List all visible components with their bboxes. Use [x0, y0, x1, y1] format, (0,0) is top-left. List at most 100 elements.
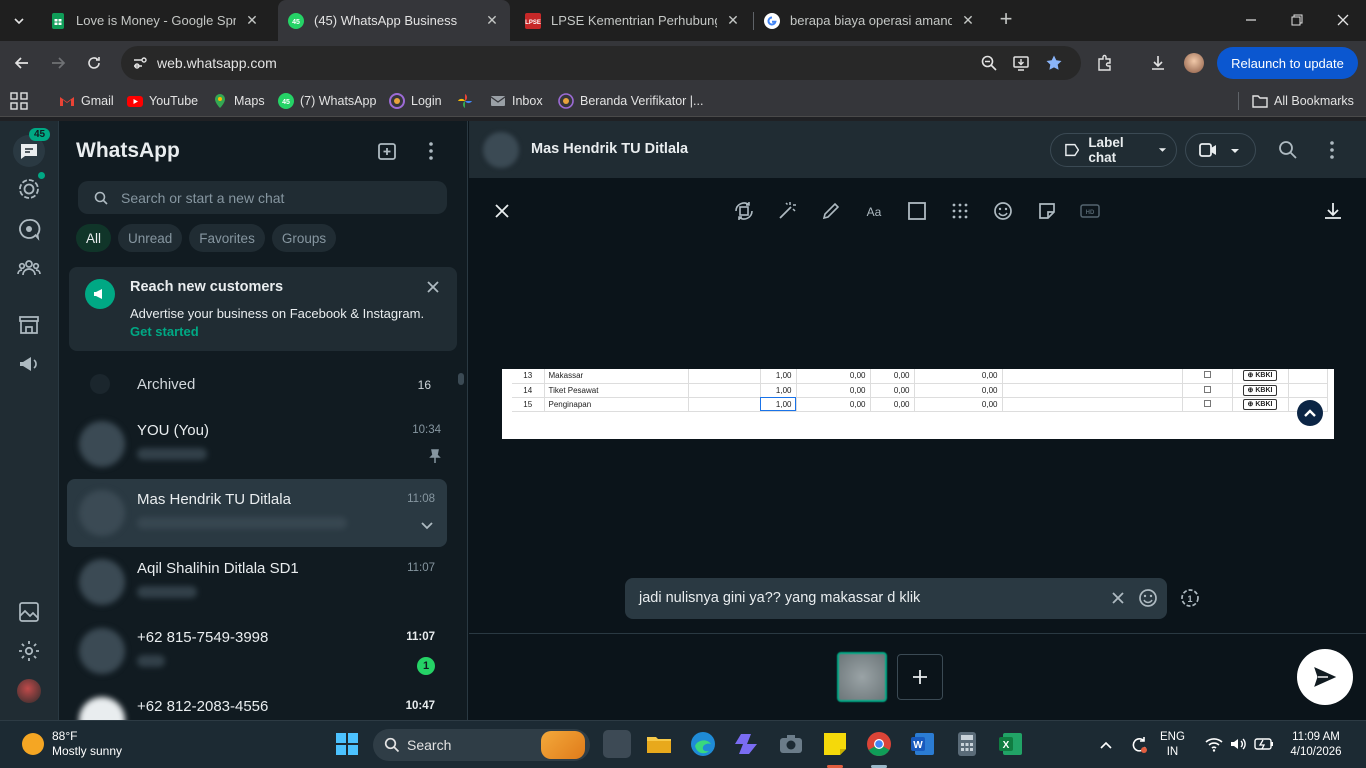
forward-button[interactable] — [45, 50, 71, 76]
clear-caption-icon[interactable] — [1108, 588, 1128, 608]
emoji-icon[interactable] — [1137, 587, 1159, 609]
install-app-icon[interactable] — [1012, 54, 1030, 72]
bookmark-whatsapp[interactable]: 45 (7) WhatsApp — [278, 91, 376, 111]
language-indicator[interactable]: ENG IN — [1160, 730, 1185, 760]
profile-avatar[interactable] — [17, 679, 41, 703]
new-tab-button[interactable]: + — [995, 8, 1017, 31]
tab-lpse[interactable]: LPSE LPSE Kementrian Perhubungan ✕ — [515, 4, 751, 37]
downloads-button[interactable] — [1145, 50, 1171, 76]
bookmark-login[interactable]: Login — [389, 91, 442, 111]
zoom-icon[interactable] — [980, 54, 998, 72]
clock[interactable]: 11:09 AM 4/10/2026 — [1282, 730, 1350, 760]
add-media-button[interactable] — [897, 654, 943, 700]
close-tab-icon[interactable]: ✕ — [484, 12, 500, 29]
advertise-megaphone-icon[interactable] — [17, 352, 41, 376]
chat-item[interactable]: +62 812-2083-4556 10:47 — [67, 686, 447, 720]
label-chat-button[interactable]: Label chat — [1050, 133, 1177, 167]
communities-icon[interactable] — [17, 256, 41, 280]
sync-icon[interactable] — [1129, 735, 1149, 755]
search-icon[interactable] — [1276, 138, 1300, 162]
scrollbar-thumb[interactable] — [458, 373, 464, 385]
selected-media-thumbnail[interactable] — [837, 652, 887, 702]
tab-google-sheets[interactable]: Love is Money - Google Spread ✕ — [40, 4, 270, 37]
tab-whatsapp-business[interactable]: 45 (45) WhatsApp Business ✕ — [278, 0, 510, 41]
restore-button[interactable] — [1274, 0, 1320, 40]
profile-button[interactable] — [1181, 50, 1207, 76]
bookmark-maps[interactable]: Maps — [212, 91, 265, 111]
reload-button[interactable] — [81, 50, 107, 76]
crop-square-icon[interactable] — [906, 200, 928, 222]
copilot-icon[interactable] — [733, 730, 761, 758]
catalog-store-icon[interactable] — [17, 313, 41, 337]
address-bar[interactable]: web.whatsapp.com — [121, 46, 1081, 80]
chat-item[interactable]: Aqil Shalihin Ditlala SD1 11:07 — [67, 548, 447, 616]
apps-button[interactable] — [10, 91, 28, 111]
chat-item-selected[interactable]: Mas Hendrik TU Ditlala 11:08 — [67, 479, 447, 547]
search-input[interactable]: Search or start a new chat — [78, 181, 447, 214]
emoji-icon[interactable] — [992, 200, 1014, 222]
filter-favorites[interactable]: Favorites — [189, 224, 265, 252]
close-tab-icon[interactable]: ✕ — [244, 12, 260, 29]
close-window-button[interactable] — [1320, 0, 1366, 40]
filter-all[interactable]: All — [76, 224, 112, 252]
all-bookmarks-button[interactable]: All Bookmarks — [1252, 91, 1354, 111]
extensions-button[interactable] — [1092, 50, 1118, 76]
menu-dots-icon[interactable] — [1320, 138, 1344, 162]
download-icon[interactable] — [1322, 200, 1344, 222]
bookmark-inbox[interactable]: Inbox — [490, 91, 543, 111]
wifi-icon[interactable] — [1205, 736, 1223, 752]
magic-wand-icon[interactable] — [776, 200, 798, 222]
back-button[interactable] — [9, 50, 35, 76]
pencil-icon[interactable] — [820, 200, 842, 222]
archived-row[interactable]: Archived 16 — [59, 364, 457, 404]
contact-name[interactable]: Mas Hendrik TU Ditlala — [531, 141, 688, 157]
filter-groups[interactable]: Groups — [271, 224, 337, 252]
chevron-up-icon[interactable] — [1099, 738, 1113, 752]
chevron-down-icon[interactable] — [419, 517, 435, 533]
tab-search-menu-button[interactable] — [6, 8, 32, 34]
menu-dots-icon[interactable] — [419, 139, 443, 163]
file-explorer-icon[interactable] — [645, 730, 673, 758]
bookmark-youtube[interactable]: YouTube — [127, 91, 198, 111]
chat-item[interactable]: YOU (You) 10:34 — [67, 410, 447, 478]
chrome-icon[interactable] — [865, 730, 893, 758]
settings-gear-icon[interactable] — [17, 639, 41, 663]
bookmark-gmail[interactable]: Gmail — [59, 91, 114, 111]
taskbar-search[interactable]: Search — [373, 729, 590, 761]
word-icon[interactable]: W — [909, 730, 937, 758]
video-call-button[interactable] — [1185, 133, 1256, 167]
close-tab-icon[interactable]: ✕ — [725, 12, 741, 29]
edge-icon[interactable] — [689, 730, 717, 758]
promo-get-started-link[interactable]: Get started — [130, 324, 199, 339]
channels-icon[interactable] — [17, 217, 41, 241]
chat-item[interactable]: +62 815-7549-3998 11:07 1 — [67, 617, 447, 685]
hd-quality-icon[interactable]: HD — [1079, 200, 1101, 222]
bookmark-beranda-verifikator[interactable]: Beranda Verifikator |... — [558, 91, 703, 111]
view-once-icon[interactable]: 1 — [1179, 587, 1201, 609]
task-view-icon[interactable] — [603, 730, 631, 758]
battery-icon[interactable] — [1254, 737, 1274, 751]
text-icon[interactable]: Aa — [863, 200, 885, 222]
send-button[interactable] — [1297, 649, 1353, 705]
relaunch-button[interactable]: Relaunch to update — [1217, 47, 1358, 79]
weather-widget[interactable]: 88°F Mostly sunny — [22, 729, 122, 759]
chat-list-scrollbar[interactable] — [458, 361, 464, 716]
status-icon[interactable] — [17, 177, 41, 201]
sticker-icon[interactable] — [1036, 200, 1058, 222]
tab-google-search[interactable]: berapa biaya operasi amandel - ✕ — [754, 4, 986, 37]
calculator-icon[interactable] — [953, 730, 981, 758]
close-icon[interactable] — [491, 200, 513, 222]
sticky-notes-icon[interactable] — [821, 730, 849, 758]
caption-input[interactable]: jadi nulisnya gini ya?? yang makassar d … — [625, 578, 1167, 619]
blur-grid-icon[interactable] — [949, 200, 971, 222]
close-icon[interactable] — [425, 279, 441, 295]
camera-icon[interactable] — [777, 730, 805, 758]
contact-avatar[interactable] — [483, 132, 519, 168]
filter-unread[interactable]: Unread — [118, 224, 183, 252]
new-chat-icon[interactable] — [376, 139, 400, 163]
bookmark-star-icon[interactable] — [1045, 54, 1063, 72]
rotate-crop-icon[interactable] — [733, 200, 755, 222]
bookmark-photos[interactable] — [457, 91, 479, 111]
windows-start-icon[interactable] — [333, 730, 361, 758]
close-tab-icon[interactable]: ✕ — [960, 12, 976, 29]
